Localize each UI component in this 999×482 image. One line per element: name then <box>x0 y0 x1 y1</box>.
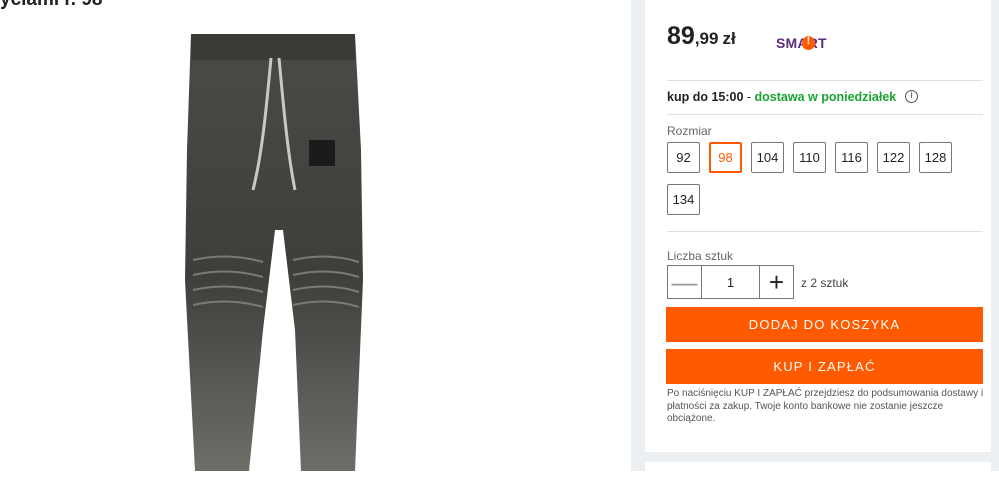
order-deadline: kup do 15:00 <box>667 90 744 104</box>
increase-button[interactable]: + <box>759 265 794 299</box>
quantity-label: Liczba sztuk <box>667 249 734 263</box>
quantity-stepper: — 1 + <box>667 265 794 299</box>
size-option-128[interactable]: 128 <box>919 142 952 173</box>
product-image[interactable] <box>183 30 373 471</box>
next-card <box>645 462 991 482</box>
payment-note: Po naciśnięciu KUP I ZAPŁAĆ przejdziesz … <box>667 388 984 424</box>
delivery-info: kup do 15:00 - dostawa w poniedziałek <box>667 90 896 104</box>
quantity-input[interactable]: 1 <box>702 265 759 299</box>
size-option-122[interactable]: 122 <box>877 142 910 173</box>
decrease-button[interactable]: — <box>667 265 702 299</box>
size-option-116[interactable]: 116 <box>835 142 868 173</box>
size-option-134[interactable]: 134 <box>667 184 700 215</box>
page-edge <box>991 0 999 471</box>
purchase-panel: 89,99zł SMART kup do 15:00 - dostawa w p… <box>645 0 991 452</box>
panel-footer-gap <box>645 452 991 482</box>
size-option-104[interactable]: 104 <box>751 142 784 173</box>
size-option-110[interactable]: 110 <box>793 142 826 173</box>
delivery-separator: - <box>743 90 755 104</box>
price-integer: 89 <box>667 22 695 50</box>
page-gutter <box>631 0 645 471</box>
info-icon[interactable] <box>905 90 918 103</box>
size-option-92[interactable]: 92 <box>667 142 700 173</box>
price-decimal: ,99 <box>694 29 719 48</box>
divider <box>667 114 983 115</box>
size-option-98[interactable]: 98 <box>709 142 742 173</box>
price: 89,99 zł <box>667 22 736 51</box>
divider <box>667 80 983 81</box>
buy-now-button[interactable]: KUP I ZAPŁAĆ <box>666 349 983 384</box>
divider <box>667 231 983 232</box>
smart-icon <box>802 35 815 50</box>
available-count: z 2 sztuk <box>801 276 849 290</box>
add-to-cart-button[interactable]: DODAJ DO KOSZYKA <box>666 307 983 342</box>
size-label: Rozmiar <box>667 124 712 138</box>
price-currency: zł <box>722 29 736 48</box>
delivery-date: dostawa w poniedziałek <box>754 90 897 104</box>
product-title: yciami r. 98 <box>0 0 102 11</box>
